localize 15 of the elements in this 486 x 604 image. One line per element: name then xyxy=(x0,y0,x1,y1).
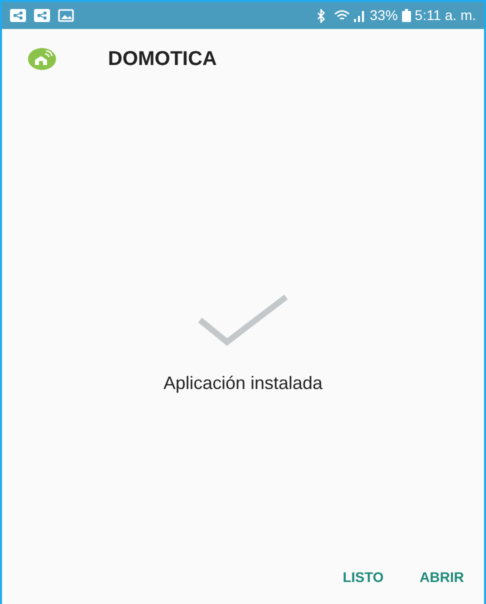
signal-icon xyxy=(354,9,366,22)
share-icon xyxy=(34,9,50,22)
share-icon xyxy=(10,9,26,22)
clock: 5:11 a. m. xyxy=(414,6,476,25)
battery-percentage: 33% xyxy=(370,6,398,25)
app-title: DOMOTICA xyxy=(108,47,217,72)
status-message: Aplicación instalada xyxy=(163,372,323,395)
bluetooth-icon xyxy=(316,8,326,22)
wifi-icon xyxy=(334,9,350,22)
battery-icon xyxy=(402,9,411,22)
checkmark-icon xyxy=(197,294,289,346)
image-icon xyxy=(58,9,74,22)
open-button[interactable]: ABRIR xyxy=(414,563,470,592)
done-button[interactable]: LISTO xyxy=(336,563,390,592)
app-icon xyxy=(28,48,56,70)
